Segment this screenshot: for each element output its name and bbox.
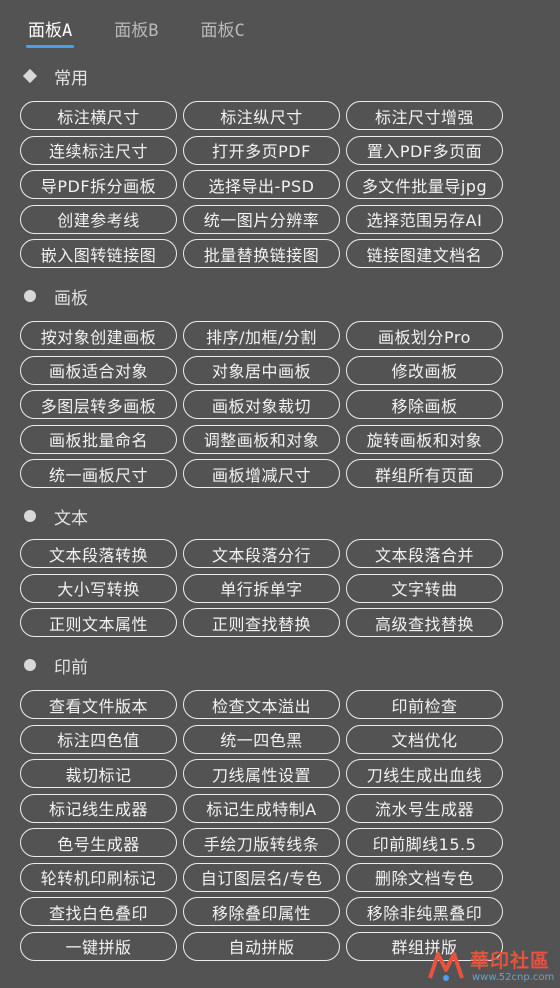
tool-button[interactable]: 画板适合对象 — [20, 355, 177, 385]
tool-button[interactable]: 标注纵尺寸 — [183, 101, 340, 130]
tab-panel-c[interactable]: 面板C — [201, 18, 245, 46]
section-title: 印前 — [54, 657, 88, 678]
tool-button[interactable]: 统一图片分辨率 — [183, 204, 340, 234]
dot-icon — [24, 290, 36, 302]
tool-button[interactable]: 标记线生成器 — [20, 793, 177, 823]
tool-button[interactable]: 大小写转换 — [20, 573, 177, 603]
section-grid-text: 文本段落转换 文本段落分行 文本段落合并大小写转换 单行拆单字 文字转曲正则文本属性 正则… — [20, 539, 503, 637]
tool-button[interactable]: 画板划分Pro — [346, 321, 503, 350]
section-grid-prepress: 查看文件版本 检查文本溢出 印前检查标注四色值 统一四色黑 文档优化裁切标记 刀线属性设置… — [20, 690, 503, 961]
tool-button[interactable]: 旋转画板和对象 — [346, 424, 503, 454]
tab-panel-b[interactable]: 面板B — [114, 18, 158, 46]
tool-button[interactable]: 标记生成特制A — [183, 793, 340, 823]
tool-button[interactable]: 自订图层名/专色 — [183, 862, 340, 892]
tool-button[interactable]: 选择导出-PSD — [183, 170, 340, 199]
section-title: 画板 — [54, 288, 88, 309]
tool-button[interactable]: 画板批量命名 — [20, 424, 177, 454]
watermark: 華印社區 www.52cnp.com — [426, 946, 556, 986]
tool-button[interactable]: 标注四色值 — [20, 724, 177, 754]
tool-button[interactable]: 调整画板和对象 — [183, 424, 340, 454]
tool-button[interactable]: 移除非纯黑叠印 — [346, 897, 503, 926]
tool-button[interactable]: 连续标注尺寸 — [20, 135, 177, 165]
tool-button[interactable]: 链接图建文档名 — [346, 239, 503, 268]
section-grid-common: 标注横尺寸 标注纵尺寸 标注尺寸增强连续标注尺寸 打开多页PDF 置入PDF多页面导PD… — [20, 101, 503, 268]
dot-icon — [24, 510, 36, 522]
tool-button[interactable]: 移除画板 — [346, 390, 503, 419]
tool-button[interactable]: 查看文件版本 — [20, 690, 177, 719]
tool-button[interactable]: 文本段落合并 — [346, 539, 503, 568]
tool-button[interactable]: 流水号生成器 — [346, 793, 503, 823]
watermark-url: www.52cnp.com — [472, 972, 555, 983]
tool-button[interactable]: 查找白色叠印 — [20, 897, 177, 926]
tool-button[interactable]: 创建参考线 — [20, 204, 177, 234]
section-header-prepress: 印前 — [24, 654, 88, 678]
tool-button[interactable]: 对象居中画板 — [183, 355, 340, 385]
panel-tabs: 面板A 面板B 面板C — [25, 18, 287, 48]
tool-button[interactable]: 文档优化 — [346, 724, 503, 754]
tool-button[interactable]: 选择范围另存AI — [346, 204, 503, 234]
tool-button[interactable]: 正则文本属性 — [20, 608, 177, 637]
tool-button[interactable]: 标注横尺寸 — [20, 101, 177, 130]
tool-button[interactable]: 检查文本溢出 — [183, 690, 340, 719]
tool-button[interactable]: 轮转机印刷标记 — [20, 862, 177, 892]
tool-button[interactable]: 画板增减尺寸 — [183, 459, 340, 488]
tool-button[interactable]: 多图层转多画板 — [20, 390, 177, 419]
tool-button[interactable]: 色号生成器 — [20, 828, 177, 857]
section-header-common: 常用 — [22, 65, 88, 89]
tool-button[interactable]: 打开多页PDF — [183, 135, 340, 165]
tool-button[interactable]: 手绘刀版转线条 — [183, 828, 340, 857]
tool-button[interactable]: 移除叠印属性 — [183, 897, 340, 926]
tool-button[interactable]: 高级查找替换 — [346, 608, 503, 637]
tool-button[interactable]: 印前检查 — [346, 690, 503, 719]
tool-button[interactable]: 导PDF拆分画板 — [20, 170, 177, 199]
tool-button[interactable]: 文本段落分行 — [183, 539, 340, 568]
tool-button[interactable]: 文字转曲 — [346, 573, 503, 603]
tool-button[interactable]: 裁切标记 — [20, 759, 177, 788]
watermark-logo-icon — [428, 952, 464, 981]
section-title: 文本 — [54, 508, 88, 529]
tool-button[interactable]: 正则查找替换 — [183, 608, 340, 637]
tool-button[interactable]: 置入PDF多页面 — [346, 135, 503, 165]
tool-button[interactable]: 单行拆单字 — [183, 573, 340, 603]
tab-panel-a[interactable]: 面板A — [25, 18, 75, 48]
tool-button[interactable]: 自动拼版 — [183, 931, 340, 961]
section-header-text: 文本 — [24, 505, 88, 529]
tool-button[interactable]: 修改画板 — [346, 355, 503, 385]
tool-button[interactable]: 统一四色黑 — [183, 724, 340, 754]
watermark-title: 華印社區 — [470, 950, 551, 972]
dot-icon — [24, 659, 36, 671]
tool-button[interactable]: 印前脚线15.5 — [346, 828, 503, 857]
tool-button[interactable]: 删除文档专色 — [346, 862, 503, 892]
tool-button[interactable]: 画板对象裁切 — [183, 390, 340, 419]
section-title: 常用 — [54, 68, 88, 89]
section-header-artboard: 画板 — [24, 285, 88, 309]
section-grid-artboard: 按对象创建画板 排序/加框/分割 画板划分Pro 画板适合对象 对象居中画板 修改画板多图… — [20, 321, 503, 488]
tool-button[interactable]: 文本段落转换 — [20, 539, 177, 568]
tool-button[interactable]: 一键拼版 — [20, 931, 177, 961]
tool-button[interactable]: 统一画板尺寸 — [20, 459, 177, 488]
tool-button[interactable]: 多文件批量导jpg — [346, 170, 503, 199]
tool-button[interactable]: 嵌入图转链接图 — [20, 239, 177, 268]
tool-button[interactable]: 群组所有页面 — [346, 459, 503, 488]
tool-button[interactable]: 批量替换链接图 — [183, 239, 340, 268]
tool-button[interactable]: 按对象创建画板 — [20, 321, 177, 350]
tool-button[interactable]: 排序/加框/分割 — [183, 321, 340, 350]
tool-button[interactable]: 刀线生成出血线 — [346, 759, 503, 788]
tool-button[interactable]: 刀线属性设置 — [183, 759, 340, 788]
tool-button[interactable]: 标注尺寸增强 — [346, 101, 503, 130]
diamond-icon — [22, 68, 38, 84]
